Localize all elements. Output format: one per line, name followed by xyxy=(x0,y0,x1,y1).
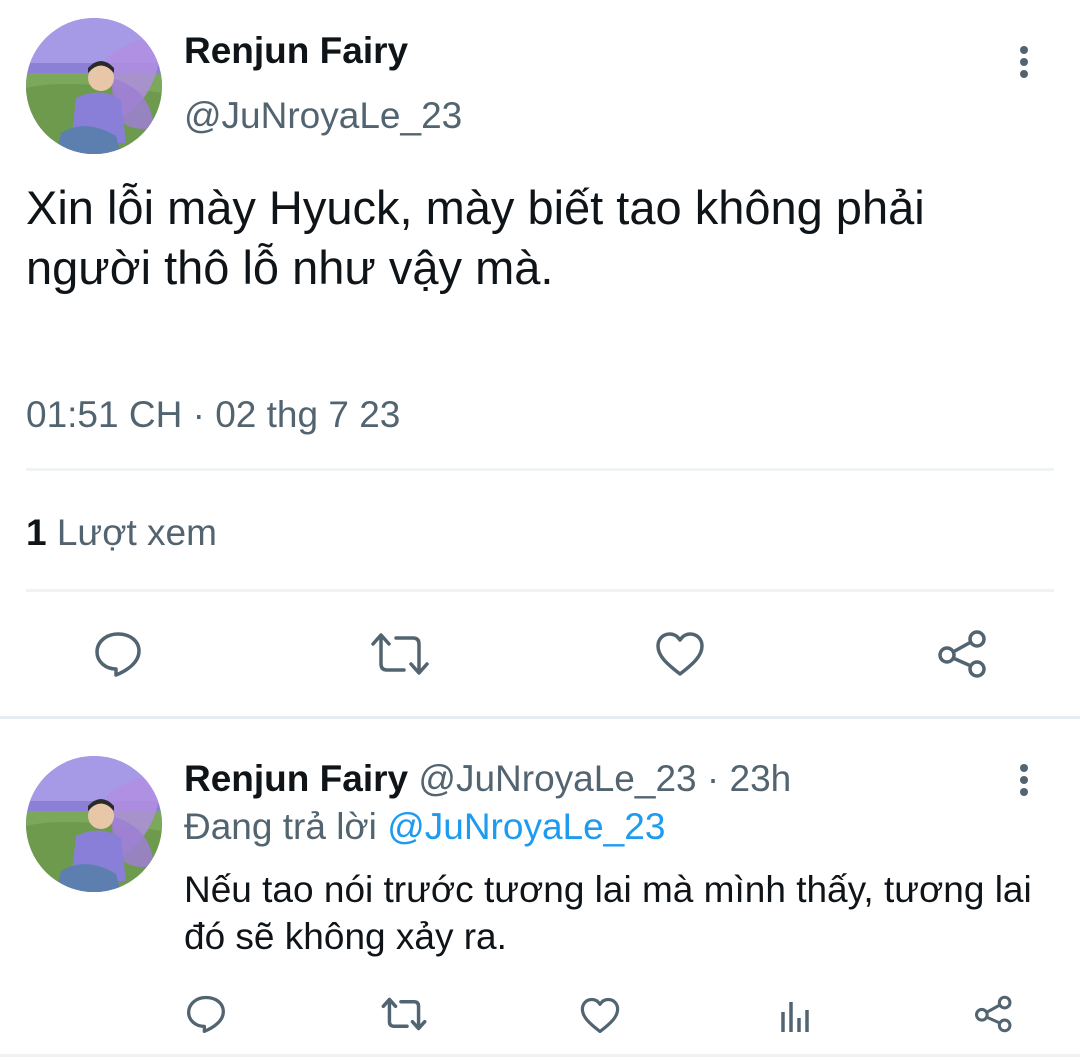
tweet-text: Xin lỗi mày Hyuck, mày biết tao không ph… xyxy=(26,181,925,294)
views-count[interactable]: 1 Lượt xem xyxy=(26,512,217,554)
share-icon xyxy=(975,995,1012,1033)
reply-reply-button[interactable] xyxy=(184,992,228,1036)
share-icon xyxy=(938,630,986,678)
reply-share-button[interactable] xyxy=(972,992,1016,1036)
reply-like-button[interactable] xyxy=(578,994,622,1036)
replying-label: Đang trả lời xyxy=(184,806,377,847)
reply-text: Nếu tao nói trước tương lai mà mình thấy… xyxy=(184,869,1032,957)
reply-retweet-button[interactable] xyxy=(380,992,428,1036)
bottom-divider xyxy=(0,1054,1080,1057)
reply-avatar[interactable] xyxy=(26,756,162,892)
author-handle[interactable]: @JuNroyaLe_23 xyxy=(184,95,462,137)
analytics-button[interactable] xyxy=(776,994,816,1036)
reply-icon xyxy=(95,632,141,677)
divider xyxy=(26,589,1054,592)
replying-to-link[interactable]: @JuNroyaLe_23 xyxy=(387,806,665,847)
like-button[interactable] xyxy=(654,628,706,680)
retweet-icon xyxy=(381,997,427,1031)
views-number: 1 xyxy=(26,512,47,553)
reply-author-name[interactable]: Renjun Fairy xyxy=(184,758,408,799)
more-vertical-icon xyxy=(1020,46,1028,78)
share-button[interactable] xyxy=(936,628,990,680)
tweet-timestamp[interactable]: 01:51 CH · 02 thg 7 23 xyxy=(26,394,400,436)
like-icon xyxy=(580,997,620,1033)
reply-more-options-button[interactable] xyxy=(1004,750,1044,810)
more-options-button[interactable] xyxy=(1004,32,1044,92)
analytics-icon xyxy=(781,1002,809,1032)
reply-header: Renjun Fairy @JuNroyaLe_23 · 23h xyxy=(184,758,791,800)
reply-button[interactable] xyxy=(90,626,146,682)
avatar[interactable] xyxy=(26,18,162,154)
views-label: Lượt xem xyxy=(56,512,217,553)
retweet-button[interactable] xyxy=(370,626,430,682)
replying-to: Đang trả lời @JuNroyaLe_23 xyxy=(184,806,665,848)
author-name[interactable]: Renjun Fairy xyxy=(184,30,408,72)
retweet-icon xyxy=(371,633,429,675)
divider xyxy=(26,468,1054,471)
like-icon xyxy=(656,632,704,676)
reply-handle-time[interactable]: @JuNroyaLe_23 · 23h xyxy=(418,758,791,799)
more-vertical-icon xyxy=(1020,764,1028,796)
section-divider xyxy=(0,716,1080,719)
reply-icon xyxy=(187,995,225,1033)
